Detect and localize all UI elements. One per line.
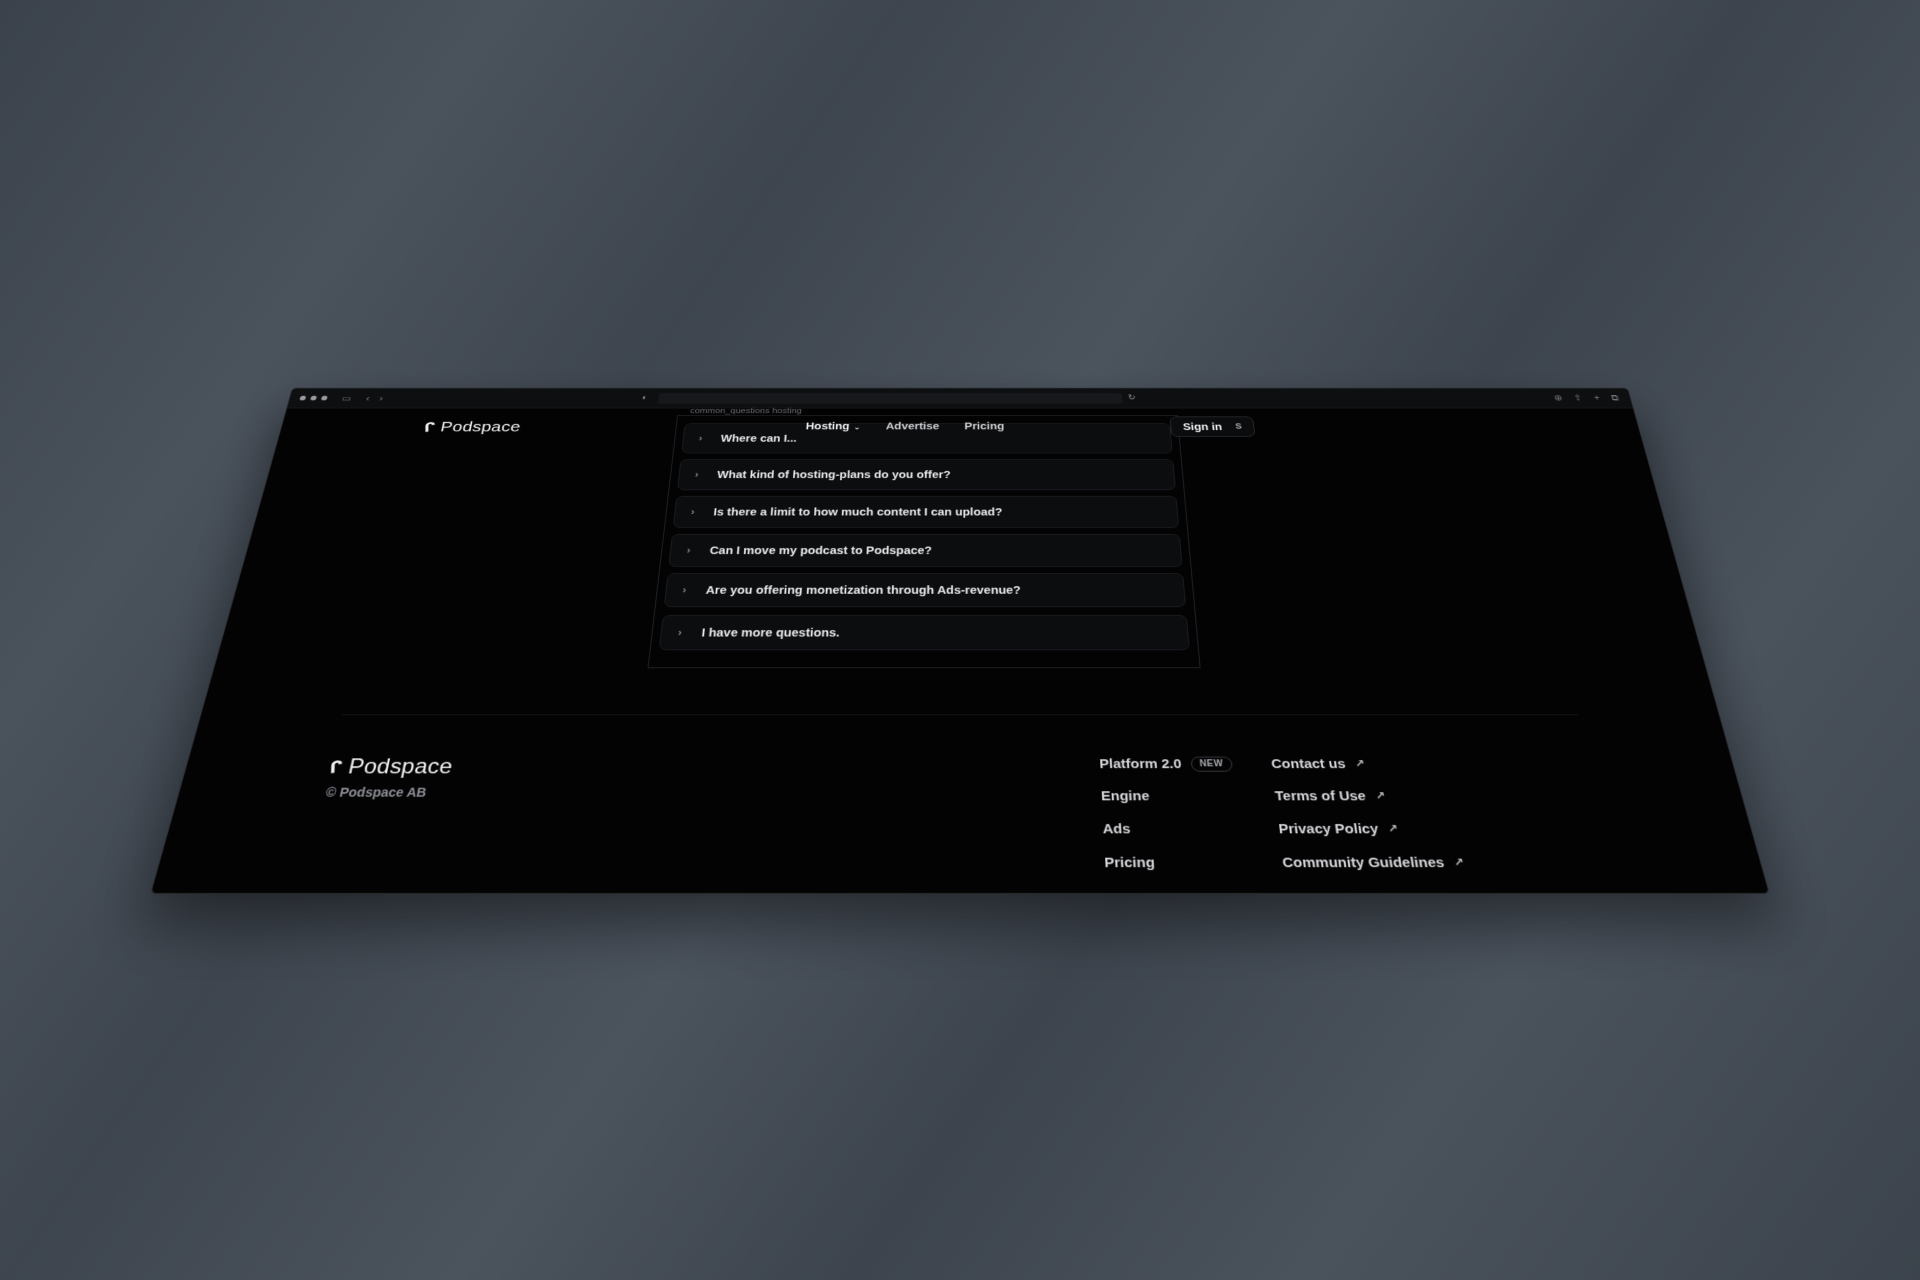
faq-question: Can I move my podcast to Podspace? xyxy=(709,544,932,557)
stage: ▭ ‹ › ◐ ↻ ⊕ ⇪ + ⧉ ᒋ Podspace common_ques… xyxy=(0,0,1920,1280)
nav-pricing[interactable]: Pricing xyxy=(964,421,1004,432)
chevron-right-icon: › xyxy=(690,506,696,517)
chevron-right-icon: › xyxy=(682,584,687,596)
footer-link-ads[interactable]: Ads xyxy=(1102,819,1239,837)
forward-icon[interactable]: › xyxy=(379,393,385,402)
faq-question: What kind of hosting-plans do you offer? xyxy=(716,468,951,481)
sign-in-label: Sign in xyxy=(1182,421,1223,433)
close-dot[interactable] xyxy=(299,395,307,401)
footer-links-platform: Platform 2.0 NEW Engine Ads Pricing xyxy=(1099,755,1243,872)
share-icon[interactable]: ⇪ xyxy=(1573,393,1584,403)
footer-brand-name: Podspace xyxy=(346,754,455,779)
footer-link-privacy[interactable]: Privacy Policy ↗ xyxy=(1278,819,1460,837)
minimize-dot[interactable] xyxy=(310,395,318,401)
footer-link-terms[interactable]: Terms of Use ↗ xyxy=(1274,787,1454,805)
sidebar-icon[interactable]: ▭ xyxy=(341,393,353,402)
faq-item[interactable]: › Are you offering monetization through … xyxy=(663,573,1187,608)
download-icon[interactable]: ⊕ xyxy=(1553,393,1564,403)
page-content: ᒋ Podspace common_questions hosting › Wh… xyxy=(151,407,1770,894)
shortcut-hint: S xyxy=(1235,422,1243,431)
footer-link-platform[interactable]: Platform 2.0 NEW xyxy=(1099,755,1233,773)
header-logo[interactable]: ᒋ Podspace xyxy=(422,419,522,435)
chevron-right-icon: › xyxy=(694,469,699,480)
faq-question: Where can I... xyxy=(720,432,798,444)
faq-item[interactable]: › I have more questions. xyxy=(658,615,1190,651)
frame-label: common_questions hosting xyxy=(689,407,802,416)
faq-item[interactable]: › Is there a limit to how much content I… xyxy=(672,495,1180,528)
nav-advertise[interactable]: Advertise xyxy=(886,421,940,432)
new-tab-icon[interactable]: + xyxy=(1593,393,1601,403)
external-link-icon: ↗ xyxy=(1386,822,1399,836)
browser-window: ▭ ‹ › ◐ ↻ ⊕ ⇪ + ⧉ ᒋ Podspace common_ques… xyxy=(150,387,1770,894)
external-link-icon: ↗ xyxy=(1353,757,1366,770)
back-icon[interactable]: ‹ xyxy=(365,393,371,402)
footer-link-contact[interactable]: Contact us ↗ xyxy=(1270,755,1448,773)
brand-name: Podspace xyxy=(439,419,522,435)
footer-link-guidelines[interactable]: Community Guidelines ↗ xyxy=(1281,853,1465,872)
shield-icon[interactable]: ◐ xyxy=(641,394,648,402)
main-nav: Hosting ⌄ Advertise Pricing xyxy=(805,421,1004,432)
chevron-right-icon: › xyxy=(698,433,703,444)
new-badge: NEW xyxy=(1190,756,1233,772)
external-link-icon: ↗ xyxy=(1374,789,1386,803)
podspace-logo-icon: ᒋ xyxy=(329,757,344,777)
chevron-right-icon: › xyxy=(677,626,683,639)
footer-divider xyxy=(341,714,1579,716)
tabs-icon[interactable]: ⧉ xyxy=(1610,393,1620,403)
footer-links-legal: Contact us ↗ Terms of Use ↗ Privacy Poli… xyxy=(1270,755,1465,872)
window-controls[interactable] xyxy=(299,395,328,401)
faq-item[interactable]: › What kind of hosting-plans do you offe… xyxy=(677,459,1176,491)
nav-hosting[interactable]: Hosting ⌄ xyxy=(805,421,860,432)
faq-question: Is there a limit to how much content I c… xyxy=(713,506,1003,518)
faq-question: I have more questions. xyxy=(701,626,840,639)
maximize-dot[interactable] xyxy=(320,395,328,401)
faq-question: Are you offering monetization through Ad… xyxy=(705,583,1021,597)
podspace-logo-icon: ᒋ xyxy=(424,419,436,435)
footer-logo[interactable]: ᒋ Podspace xyxy=(327,755,454,780)
copyright: © Podspace AB xyxy=(324,785,428,800)
sign-in-button[interactable]: Sign in S xyxy=(1169,416,1256,437)
faq-item[interactable]: › Can I move my podcast to Podspace? xyxy=(668,533,1183,567)
footer-link-pricing[interactable]: Pricing xyxy=(1104,853,1243,872)
reload-icon[interactable]: ↻ xyxy=(1128,393,1136,402)
footer-link-engine[interactable]: Engine xyxy=(1101,787,1236,805)
chevron-down-icon: ⌄ xyxy=(853,423,861,432)
url-bar[interactable] xyxy=(657,393,1123,404)
browser-toolbar: ▭ ‹ › ◐ ↻ ⊕ ⇪ + ⧉ xyxy=(287,388,1633,409)
chevron-right-icon: › xyxy=(686,545,691,556)
external-link-icon: ↗ xyxy=(1452,855,1466,870)
